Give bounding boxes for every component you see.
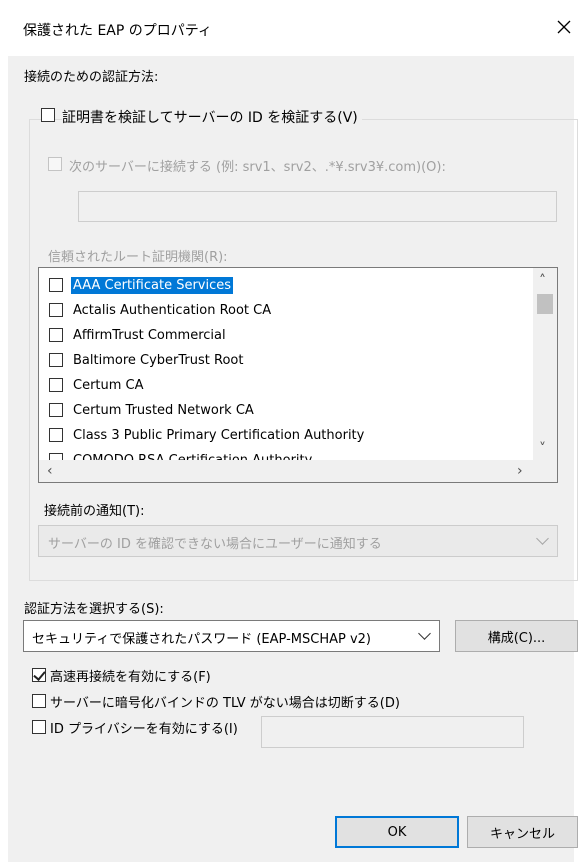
list-item-label: AAA Certificate Services bbox=[71, 276, 234, 294]
scroll-up-icon[interactable]: ˄ bbox=[539, 274, 546, 288]
list-item-label: Class 3 Public Primary Certification Aut… bbox=[73, 427, 365, 443]
verify-server-cert-checkbox[interactable] bbox=[41, 108, 55, 122]
list-item-label: Baltimore CyberTrust Root bbox=[73, 352, 244, 368]
list-item-checkbox[interactable] bbox=[49, 428, 63, 442]
list-item-label: Actalis Authentication Root CA bbox=[73, 302, 272, 318]
title-bar: 保護された EAP のプロパティ bbox=[0, 0, 582, 56]
horizontal-scrollbar[interactable]: ‹ › bbox=[39, 460, 533, 482]
list-item[interactable]: Actalis Authentication Root CA bbox=[49, 299, 273, 321]
id-privacy-checkbox[interactable] bbox=[32, 720, 46, 734]
list-item-checkbox[interactable] bbox=[49, 403, 63, 417]
scroll-right-icon[interactable]: › bbox=[517, 464, 523, 478]
auth-method-value: セキュリティで保護されたパスワード (EAP-MSCHAP v2) bbox=[32, 632, 371, 647]
fast-reconnect-label: 高速再接続を有効にする(F) bbox=[50, 670, 211, 685]
verify-server-cert-label: 証明書を検証してサーバーの ID を検証する(V) bbox=[62, 107, 362, 127]
chevron-down-icon bbox=[536, 532, 549, 545]
window-title: 保護された EAP のプロパティ bbox=[23, 23, 212, 39]
vertical-scrollbar[interactable]: ˄ ˅ bbox=[533, 268, 557, 460]
auth-method-dropdown[interactable]: セキュリティで保護されたパスワード (EAP-MSCHAP v2) bbox=[23, 620, 440, 652]
trusted-root-label: 信頼されたルート証明機関(R): bbox=[48, 250, 228, 265]
list-item-checkbox[interactable] bbox=[49, 378, 63, 392]
trusted-root-list[interactable]: AAA Certificate Services Actalis Authent… bbox=[38, 267, 558, 483]
list-item[interactable]: Baltimore CyberTrust Root bbox=[49, 349, 245, 371]
connect-section-heading: 接続のための認証方法: bbox=[24, 70, 159, 85]
list-item[interactable]: AffirmTrust Commercial bbox=[49, 324, 228, 346]
scroll-thumb[interactable] bbox=[537, 294, 553, 314]
list-item-checkbox[interactable] bbox=[49, 278, 63, 292]
list-item-checkbox[interactable] bbox=[49, 328, 63, 342]
chevron-down-icon bbox=[418, 627, 431, 640]
list-item-label: AffirmTrust Commercial bbox=[73, 327, 226, 343]
scroll-corner bbox=[533, 460, 557, 482]
disconnect-no-tlv-label: サーバーに暗号化バインドの TLV がない場合は切断する(D) bbox=[50, 696, 400, 711]
id-privacy-input[interactable] bbox=[261, 716, 524, 748]
close-button[interactable] bbox=[551, 12, 577, 42]
close-icon bbox=[557, 20, 571, 34]
connect-to-servers-checkbox[interactable] bbox=[48, 157, 62, 171]
server-names-input[interactable] bbox=[78, 191, 557, 222]
connect-to-servers-label: 次のサーバーに接続する (例: srv1、srv2、.*¥.srv3¥.com)… bbox=[69, 160, 446, 175]
list-item-checkbox[interactable] bbox=[49, 353, 63, 367]
notify-label: 接続前の通知(T): bbox=[44, 504, 145, 519]
list-item-label: Certum Trusted Network CA bbox=[73, 402, 254, 418]
scroll-left-icon[interactable]: ‹ bbox=[47, 464, 53, 478]
configure-button[interactable]: 構成(C)... bbox=[455, 620, 578, 652]
list-item-checkbox[interactable] bbox=[49, 303, 63, 317]
list-item-label: Certum CA bbox=[73, 377, 144, 393]
notify-dropdown[interactable]: サーバーの ID を確認できない場合にユーザーに通知する bbox=[38, 525, 558, 557]
scroll-down-icon[interactable]: ˅ bbox=[539, 442, 546, 456]
disconnect-no-tlv-checkbox[interactable] bbox=[32, 694, 46, 708]
notify-dropdown-value: サーバーの ID を確認できない場合にユーザーに通知する bbox=[48, 537, 382, 552]
cancel-button[interactable]: キャンセル bbox=[467, 816, 578, 848]
list-item[interactable]: Certum CA bbox=[49, 374, 146, 396]
list-item[interactable]: Class 3 Public Primary Certification Aut… bbox=[49, 424, 366, 446]
list-item[interactable]: AAA Certificate Services bbox=[49, 274, 234, 296]
ok-button[interactable]: OK bbox=[335, 816, 459, 848]
fast-reconnect-checkbox[interactable] bbox=[32, 668, 46, 682]
id-privacy-label: ID プライバシーを有効にする(I) bbox=[50, 722, 238, 737]
auth-method-label: 認証方法を選択する(S): bbox=[24, 602, 164, 617]
list-item[interactable]: Certum Trusted Network CA bbox=[49, 399, 256, 421]
